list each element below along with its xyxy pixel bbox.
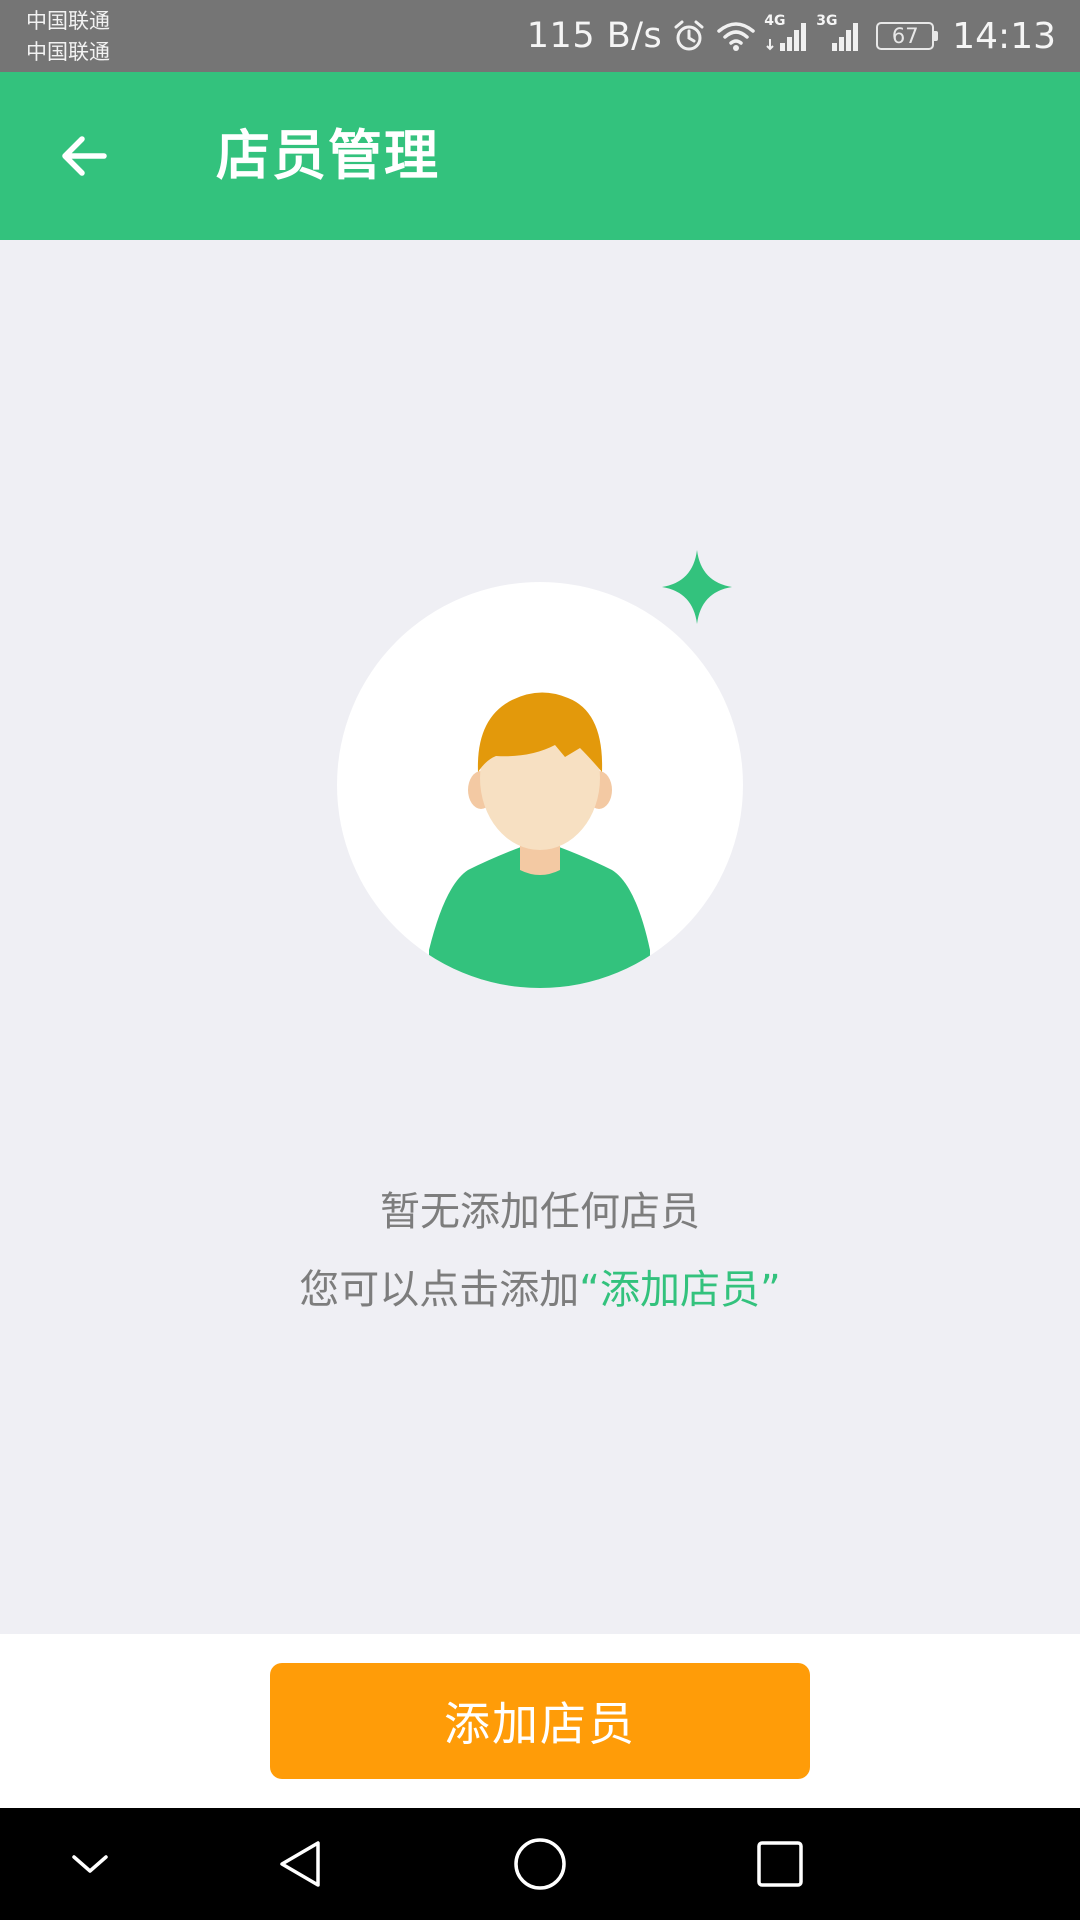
nav-back-button[interactable] bbox=[266, 1830, 334, 1898]
app-header: 店员管理 bbox=[0, 72, 1080, 240]
page-title: 店员管理 bbox=[216, 124, 440, 187]
clock: 14:13 bbox=[952, 15, 1056, 57]
hide-nav-button[interactable] bbox=[56, 1830, 124, 1898]
add-staff-button[interactable]: 添加店员 bbox=[270, 1663, 810, 1779]
signal-3g-icon: 3G bbox=[816, 13, 860, 53]
network-type-2: 3G bbox=[816, 13, 838, 29]
carrier-2-label: 中国联通 bbox=[26, 40, 110, 64]
battery-icon: 67 bbox=[876, 22, 939, 50]
signal-4g-icon: 4G bbox=[764, 13, 808, 53]
hint-highlight: “添加店员” bbox=[579, 1267, 781, 1313]
home-circle-icon bbox=[514, 1838, 566, 1890]
bottom-action-bar: 添加店员 bbox=[0, 1634, 1080, 1808]
wifi-icon bbox=[716, 19, 756, 53]
battery-level: 67 bbox=[891, 24, 919, 48]
back-triangle-icon bbox=[280, 1841, 320, 1887]
person-avatar-illustration bbox=[337, 550, 743, 988]
empty-state-hint: 您可以点击添加“添加店员” bbox=[0, 1262, 1080, 1318]
network-type-1: 4G bbox=[764, 13, 786, 29]
nav-home-button[interactable] bbox=[506, 1830, 574, 1898]
hint-prefix: 您可以点击添加 bbox=[299, 1267, 580, 1313]
status-indicators: 115 B/s 4G 3G 67 14:13 bbox=[527, 0, 1056, 72]
chevron-down-icon bbox=[72, 1855, 108, 1873]
status-bar: 中国联通 中国联通 115 B/s 4G 3G 67 14:13 bbox=[0, 0, 1080, 72]
nav-recents-button[interactable] bbox=[746, 1830, 814, 1898]
sparkle-icon bbox=[662, 550, 732, 624]
back-button[interactable] bbox=[44, 116, 124, 196]
alarm-icon bbox=[672, 19, 706, 53]
recents-square-icon bbox=[757, 1841, 803, 1887]
empty-state-title: 暂无添加任何店员 bbox=[380, 1189, 700, 1235]
carrier-1-label: 中国联通 bbox=[26, 9, 110, 33]
arrow-left-icon bbox=[62, 136, 107, 176]
system-nav-bar bbox=[0, 1808, 1080, 1920]
carrier-info: 中国联通 中国联通 bbox=[26, 6, 110, 68]
network-speed: 115 B/s bbox=[526, 16, 663, 56]
